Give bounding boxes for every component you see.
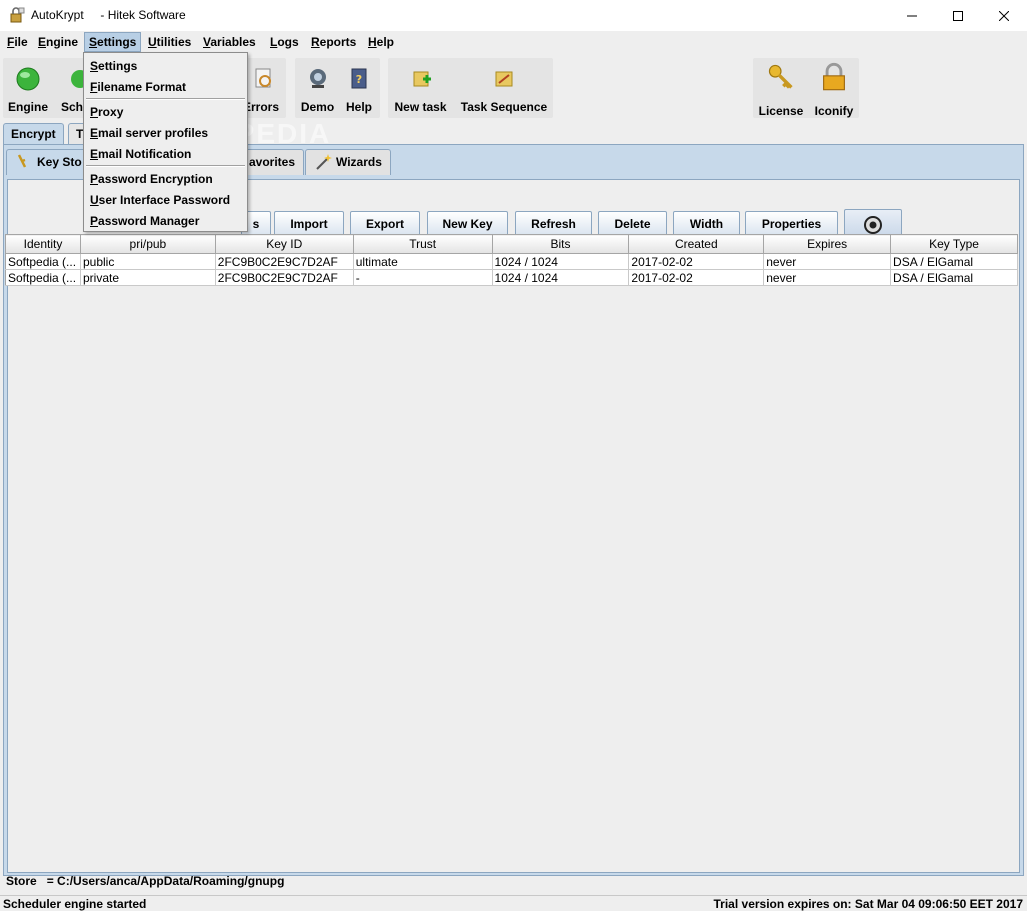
- menu-item-user-interface-password[interactable]: User Interface Password: [90, 193, 230, 207]
- header-key-id[interactable]: Key ID: [214, 234, 354, 254]
- new-task-button[interactable]: New task: [388, 58, 453, 118]
- header-key-type[interactable]: Key Type: [890, 234, 1018, 254]
- errors-report-icon: [255, 68, 271, 88]
- menu-item-email-server-profiles[interactable]: Email server profiles: [90, 126, 208, 140]
- menu-item-password-manager[interactable]: Password Manager: [90, 214, 199, 228]
- table-header-row: Identity pri/pub Key ID Trust Bits Creat…: [5, 234, 1018, 254]
- settings-dropdown-menu: Settings Filename Format Proxy Email ser…: [83, 52, 248, 232]
- menu-item-filename-format[interactable]: Filename Format: [90, 80, 186, 94]
- svg-text:?: ?: [356, 73, 362, 86]
- status-message: Scheduler engine started: [3, 897, 147, 911]
- cell-key-type: DSA / ElGamal: [890, 269, 1018, 286]
- menu-item-email-notification[interactable]: Email Notification: [90, 147, 191, 161]
- window-title: AutoKrypt - Hitek Software: [31, 8, 186, 22]
- cell-key-id: 2FC9B0C2E9C7D2AF: [215, 253, 354, 270]
- menu-engine[interactable]: Engine: [34, 32, 82, 52]
- cell-bits: 1024 / 1024: [492, 253, 630, 270]
- menu-separator: [86, 98, 245, 100]
- menu-reports[interactable]: Reports: [307, 32, 360, 52]
- menu-utilities[interactable]: Utilities: [144, 32, 195, 52]
- key-store-icon: [17, 154, 27, 168]
- key-table[interactable]: Identity pri/pub Key ID Trust Bits Creat…: [5, 234, 1018, 286]
- key-icon: [768, 64, 793, 89]
- cell-identity: Softpedia (...: [5, 253, 81, 270]
- subtab-key-store[interactable]: Key Sto: [6, 149, 86, 175]
- menu-settings[interactable]: Settings: [84, 32, 142, 52]
- close-icon: [999, 10, 1009, 21]
- store-path: Store = C:/Users/anca/AppData/Roaming/gn…: [6, 874, 285, 888]
- table-row[interactable]: Softpedia (... private 2FC9B0C2E9C7D2AF …: [5, 269, 1018, 286]
- help-button[interactable]: ? Help: [339, 58, 379, 118]
- cell-created: 2017-02-02: [628, 253, 765, 270]
- target-icon: [864, 216, 882, 234]
- header-identity[interactable]: Identity: [5, 234, 81, 254]
- header-trust[interactable]: Trust: [352, 234, 493, 254]
- header-pri-pub[interactable]: pri/pub: [79, 234, 216, 254]
- toolbar-group-license: License Iconify: [753, 58, 859, 118]
- cell-pri-pub: public: [80, 253, 216, 270]
- cell-identity: Softpedia (...: [5, 269, 81, 286]
- wizard-wand-icon: [316, 154, 332, 170]
- maximize-button[interactable]: [935, 0, 981, 31]
- cell-trust: -: [353, 269, 493, 286]
- menu-item-proxy[interactable]: Proxy: [90, 105, 123, 119]
- cell-created: 2017-02-02: [628, 269, 765, 286]
- padlock-icon: [823, 62, 845, 91]
- minimize-icon: [907, 15, 917, 16]
- tab-encrypt[interactable]: Encrypt: [3, 123, 64, 145]
- iconify-button[interactable]: Iconify: [809, 58, 859, 118]
- new-task-icon: [413, 71, 431, 87]
- header-expires[interactable]: Expires: [763, 234, 892, 254]
- webcam-icon: [309, 69, 326, 88]
- maximize-icon: [953, 10, 963, 21]
- table-row[interactable]: Softpedia (... public 2FC9B0C2E9C7D2AF u…: [5, 253, 1018, 270]
- close-button[interactable]: [981, 0, 1027, 31]
- cell-trust: ultimate: [353, 253, 493, 270]
- menu-item-password-encryption[interactable]: Password Encryption: [90, 172, 213, 186]
- menu-separator: [86, 165, 245, 167]
- app-lock-icon: [10, 7, 25, 23]
- toolbar-group-tasks: New task Task Sequence: [388, 58, 553, 118]
- trial-expiry: Trial version expires on: Sat Mar 04 09:…: [713, 897, 1024, 911]
- cell-expires: never: [763, 253, 892, 270]
- menu-bar: File Engine Settings Utilities Variables…: [0, 31, 1027, 53]
- license-button[interactable]: License: [753, 58, 809, 118]
- subtab-wizards[interactable]: Wizards: [305, 149, 391, 175]
- menu-variables[interactable]: Variables: [199, 32, 260, 52]
- help-book-icon: ?: [351, 68, 367, 89]
- toolbar-group-engine: Engine Sche: [3, 58, 90, 118]
- status-bar: Scheduler engine started Trial version e…: [0, 895, 1027, 911]
- demo-button[interactable]: Demo: [295, 58, 340, 118]
- toolbar-group-demo: Demo ? Help: [295, 58, 380, 118]
- menu-help[interactable]: Help: [364, 32, 398, 52]
- cell-key-id: 2FC9B0C2E9C7D2AF: [215, 269, 354, 286]
- menu-logs[interactable]: Logs: [266, 32, 303, 52]
- engine-status-icon: [16, 67, 40, 91]
- menu-file[interactable]: File: [3, 32, 32, 52]
- title-bar: AutoKrypt - Hitek Software: [0, 0, 1027, 31]
- header-bits[interactable]: Bits: [491, 234, 630, 254]
- header-created[interactable]: Created: [628, 234, 765, 254]
- cell-pri-pub: private: [80, 269, 216, 286]
- engine-button[interactable]: Engine: [3, 58, 53, 118]
- cell-bits: 1024 / 1024: [492, 269, 630, 286]
- menu-item-settings[interactable]: Settings: [90, 59, 137, 73]
- task-sequence-button[interactable]: Task Sequence: [454, 58, 554, 118]
- cell-key-type: DSA / ElGamal: [890, 253, 1018, 270]
- task-sequence-icon: [495, 71, 513, 87]
- cell-expires: never: [763, 269, 892, 286]
- minimize-button[interactable]: [889, 0, 935, 31]
